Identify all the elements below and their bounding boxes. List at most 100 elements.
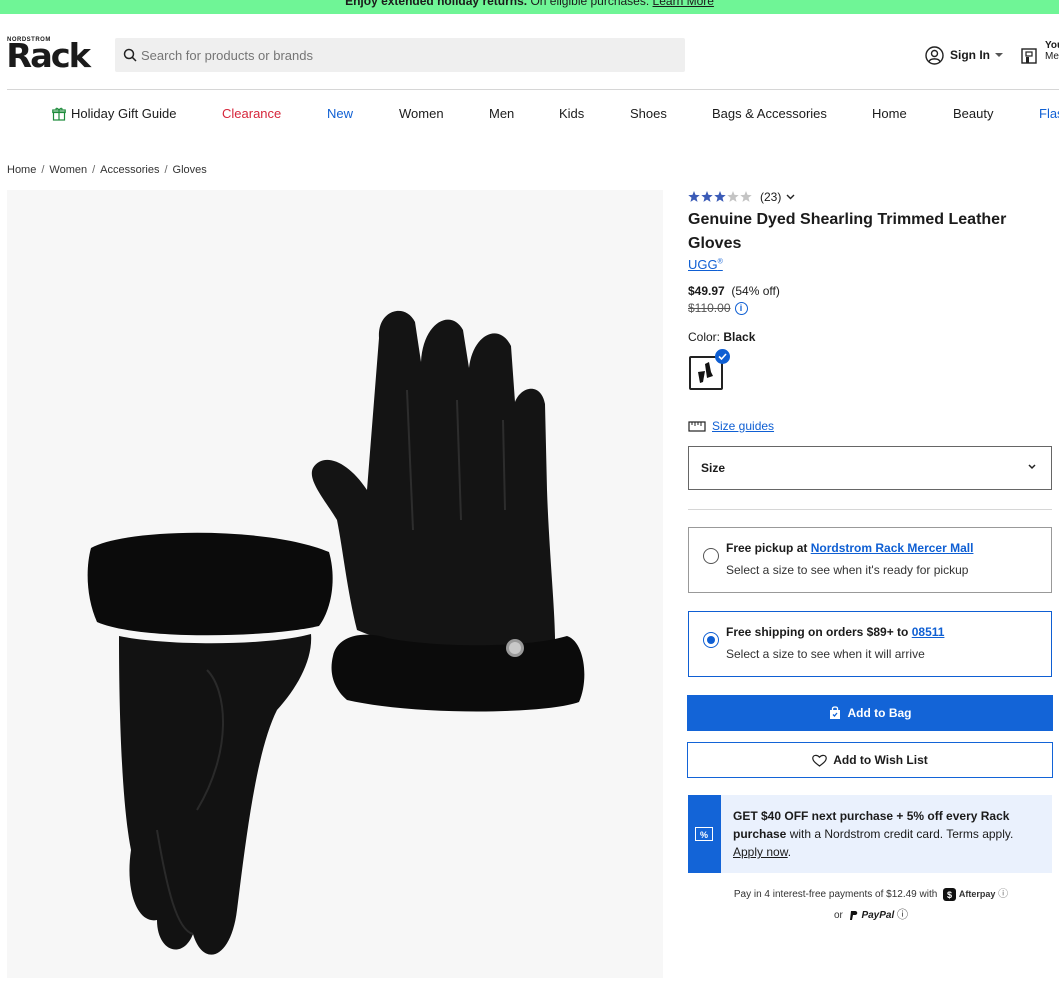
pickup-store-link[interactable]: Nordstrom Rack Mercer Mall xyxy=(811,541,974,555)
color-label: Color: Black xyxy=(688,330,755,344)
your-menu-button[interactable]: You Me xyxy=(1021,40,1059,70)
original-price-row: $110.00 i xyxy=(688,301,748,316)
account-icon xyxy=(925,45,944,65)
product-image[interactable] xyxy=(7,190,663,978)
brand-link[interactable]: UGG® xyxy=(688,257,723,272)
discount-percent: (54% off) xyxy=(731,284,780,298)
add-to-bag-button[interactable]: Add to Bag xyxy=(687,695,1053,731)
nav-item-bags-accessories[interactable]: Bags & Accessories xyxy=(712,106,827,121)
search-icon xyxy=(123,48,137,62)
search-bar[interactable] xyxy=(115,38,685,72)
color-label-text: Color: xyxy=(688,330,721,344)
breadcrumb: Home / Women / Accessories / Gloves xyxy=(7,164,207,176)
product-title: Genuine Dyed Shearling Trimmed Leather G… xyxy=(688,211,1007,252)
info-icon[interactable]: ⓘ xyxy=(998,889,1008,900)
shipping-line: Free shipping on orders $89+ to 08511 xyxy=(726,625,944,639)
chevron-down-icon xyxy=(995,53,1003,57)
shipping-option[interactable]: Free shipping on orders $89+ to 08511 Se… xyxy=(688,611,1052,677)
original-price: $110.00 xyxy=(688,301,731,315)
brand-name: UGG xyxy=(688,257,718,272)
section-divider xyxy=(688,509,1052,510)
chevron-down-icon xyxy=(1028,464,1036,470)
nav-item-kids[interactable]: Kids xyxy=(559,106,584,121)
nav-item-women[interactable]: Women xyxy=(399,106,444,121)
afterpay-label[interactable]: Afterpay xyxy=(959,889,996,899)
promo-end: . xyxy=(787,845,792,859)
ruler-icon xyxy=(688,421,706,432)
promo-rest-text: with a Nordstrom credit card. Terms appl… xyxy=(786,827,1014,841)
installment-payments: Pay in 4 interest-free payments of $12.4… xyxy=(688,884,1054,926)
breadcrumb-women[interactable]: Women xyxy=(49,164,87,176)
nav-item-flash[interactable]: Flas xyxy=(1039,106,1059,121)
your-menu-label-1: You xyxy=(1045,40,1059,51)
shipping-note: Select a size to see when it will arrive xyxy=(726,647,925,661)
rating-stars xyxy=(688,191,752,202)
afterpay-logo-icon: $ xyxy=(943,887,957,901)
nav-item-home[interactable]: Home xyxy=(872,106,907,121)
main-nav: Holiday Gift Guide Clearance New Women M… xyxy=(0,106,1059,126)
logo-big-text: Rack xyxy=(6,36,91,75)
add-to-wish-list-label: Add to Wish List xyxy=(833,753,928,767)
size-guides-link[interactable]: Size guides xyxy=(712,419,774,433)
selected-check-icon xyxy=(715,349,730,364)
gloves-image xyxy=(87,310,585,955)
apply-now-link[interactable]: Apply now xyxy=(733,845,788,859)
your-menu-label-2: Me xyxy=(1045,51,1059,62)
nav-label-holiday-gift-guide: Holiday Gift Guide xyxy=(71,106,177,121)
chevron-down-icon xyxy=(786,194,795,200)
search-input[interactable] xyxy=(141,38,671,72)
nav-item-new[interactable]: New xyxy=(327,106,353,121)
info-icon[interactable]: ⓘ xyxy=(897,909,908,921)
paypal-label[interactable]: PayPal xyxy=(861,910,894,921)
afterpay-line: Pay in 4 interest-free payments of $12.4… xyxy=(688,884,1054,905)
promo-accent-bar: % xyxy=(688,795,721,873)
breadcrumb-home[interactable]: Home xyxy=(7,164,36,176)
banner-learn-more-link[interactable]: Learn More xyxy=(653,0,714,8)
add-to-bag-label: Add to Bag xyxy=(847,706,912,720)
credit-card-promo: % GET $40 OFF next purchase + 5% off eve… xyxy=(688,795,1052,873)
star-icon xyxy=(688,191,700,202)
pickup-note: Select a size to see when it's ready for… xyxy=(726,563,969,577)
nav-item-clearance[interactable]: Clearance xyxy=(222,106,281,121)
nav-item-beauty[interactable]: Beauty xyxy=(953,106,993,121)
star-icon xyxy=(727,191,739,202)
nav-item-men[interactable]: Men xyxy=(489,106,514,121)
nav-item-holiday-gift-guide[interactable]: Holiday Gift Guide xyxy=(52,106,177,121)
sign-in-button[interactable]: Sign In xyxy=(925,45,1010,65)
pickup-prefix: Free pickup at xyxy=(726,541,811,555)
brand-mark: ® xyxy=(717,258,723,266)
shipping-zip-link[interactable]: 08511 xyxy=(912,625,945,639)
size-select-label: Size xyxy=(701,461,726,475)
pickup-line: Free pickup at Nordstrom Rack Mercer Mal… xyxy=(726,541,973,555)
nordstrom-rack-logo[interactable]: NORDSTROM Rack xyxy=(6,37,97,73)
color-value: Black xyxy=(723,330,756,344)
breadcrumb-accessories[interactable]: Accessories xyxy=(100,164,159,176)
percent-icon: % xyxy=(695,827,713,841)
heart-icon xyxy=(812,754,828,767)
rating[interactable]: (23) xyxy=(688,190,795,204)
info-icon[interactable]: i xyxy=(734,302,748,316)
shipping-radio[interactable] xyxy=(703,632,719,648)
nav-item-shoes[interactable]: Shoes xyxy=(630,106,667,121)
breadcrumb-gloves[interactable]: Gloves xyxy=(173,164,207,176)
or-text: or xyxy=(833,910,843,921)
bag-icon xyxy=(829,706,840,719)
size-select[interactable]: Size xyxy=(688,446,1052,490)
banner-bold-text: Enjoy extended holiday returns. xyxy=(345,0,528,8)
paypal-line: or PayPal ⓘ xyxy=(688,905,1054,926)
pickup-radio[interactable] xyxy=(703,548,719,564)
pickup-option[interactable]: Free pickup at Nordstrom Rack Mercer Mal… xyxy=(688,527,1052,593)
promo-banner: Enjoy extended holiday returns. On eligi… xyxy=(0,0,1059,14)
afterpay-text: Pay in 4 interest-free payments of $12.4… xyxy=(733,889,938,900)
star-icon xyxy=(714,191,726,202)
price: $49.97 (54% off) xyxy=(688,284,780,298)
header-divider xyxy=(7,89,1059,90)
svg-text:$: $ xyxy=(947,890,952,900)
banner-text: On eligible purchases. xyxy=(527,0,650,8)
add-to-wish-list-button[interactable]: Add to Wish List xyxy=(687,742,1053,778)
star-icon xyxy=(701,191,713,202)
rating-count: (23) xyxy=(760,190,782,204)
promo-text: GET $40 OFF next purchase + 5% off every… xyxy=(733,807,1045,861)
shipping-prefix: Free shipping on orders $89+ to xyxy=(726,625,912,639)
color-swatch-black[interactable] xyxy=(689,349,730,390)
